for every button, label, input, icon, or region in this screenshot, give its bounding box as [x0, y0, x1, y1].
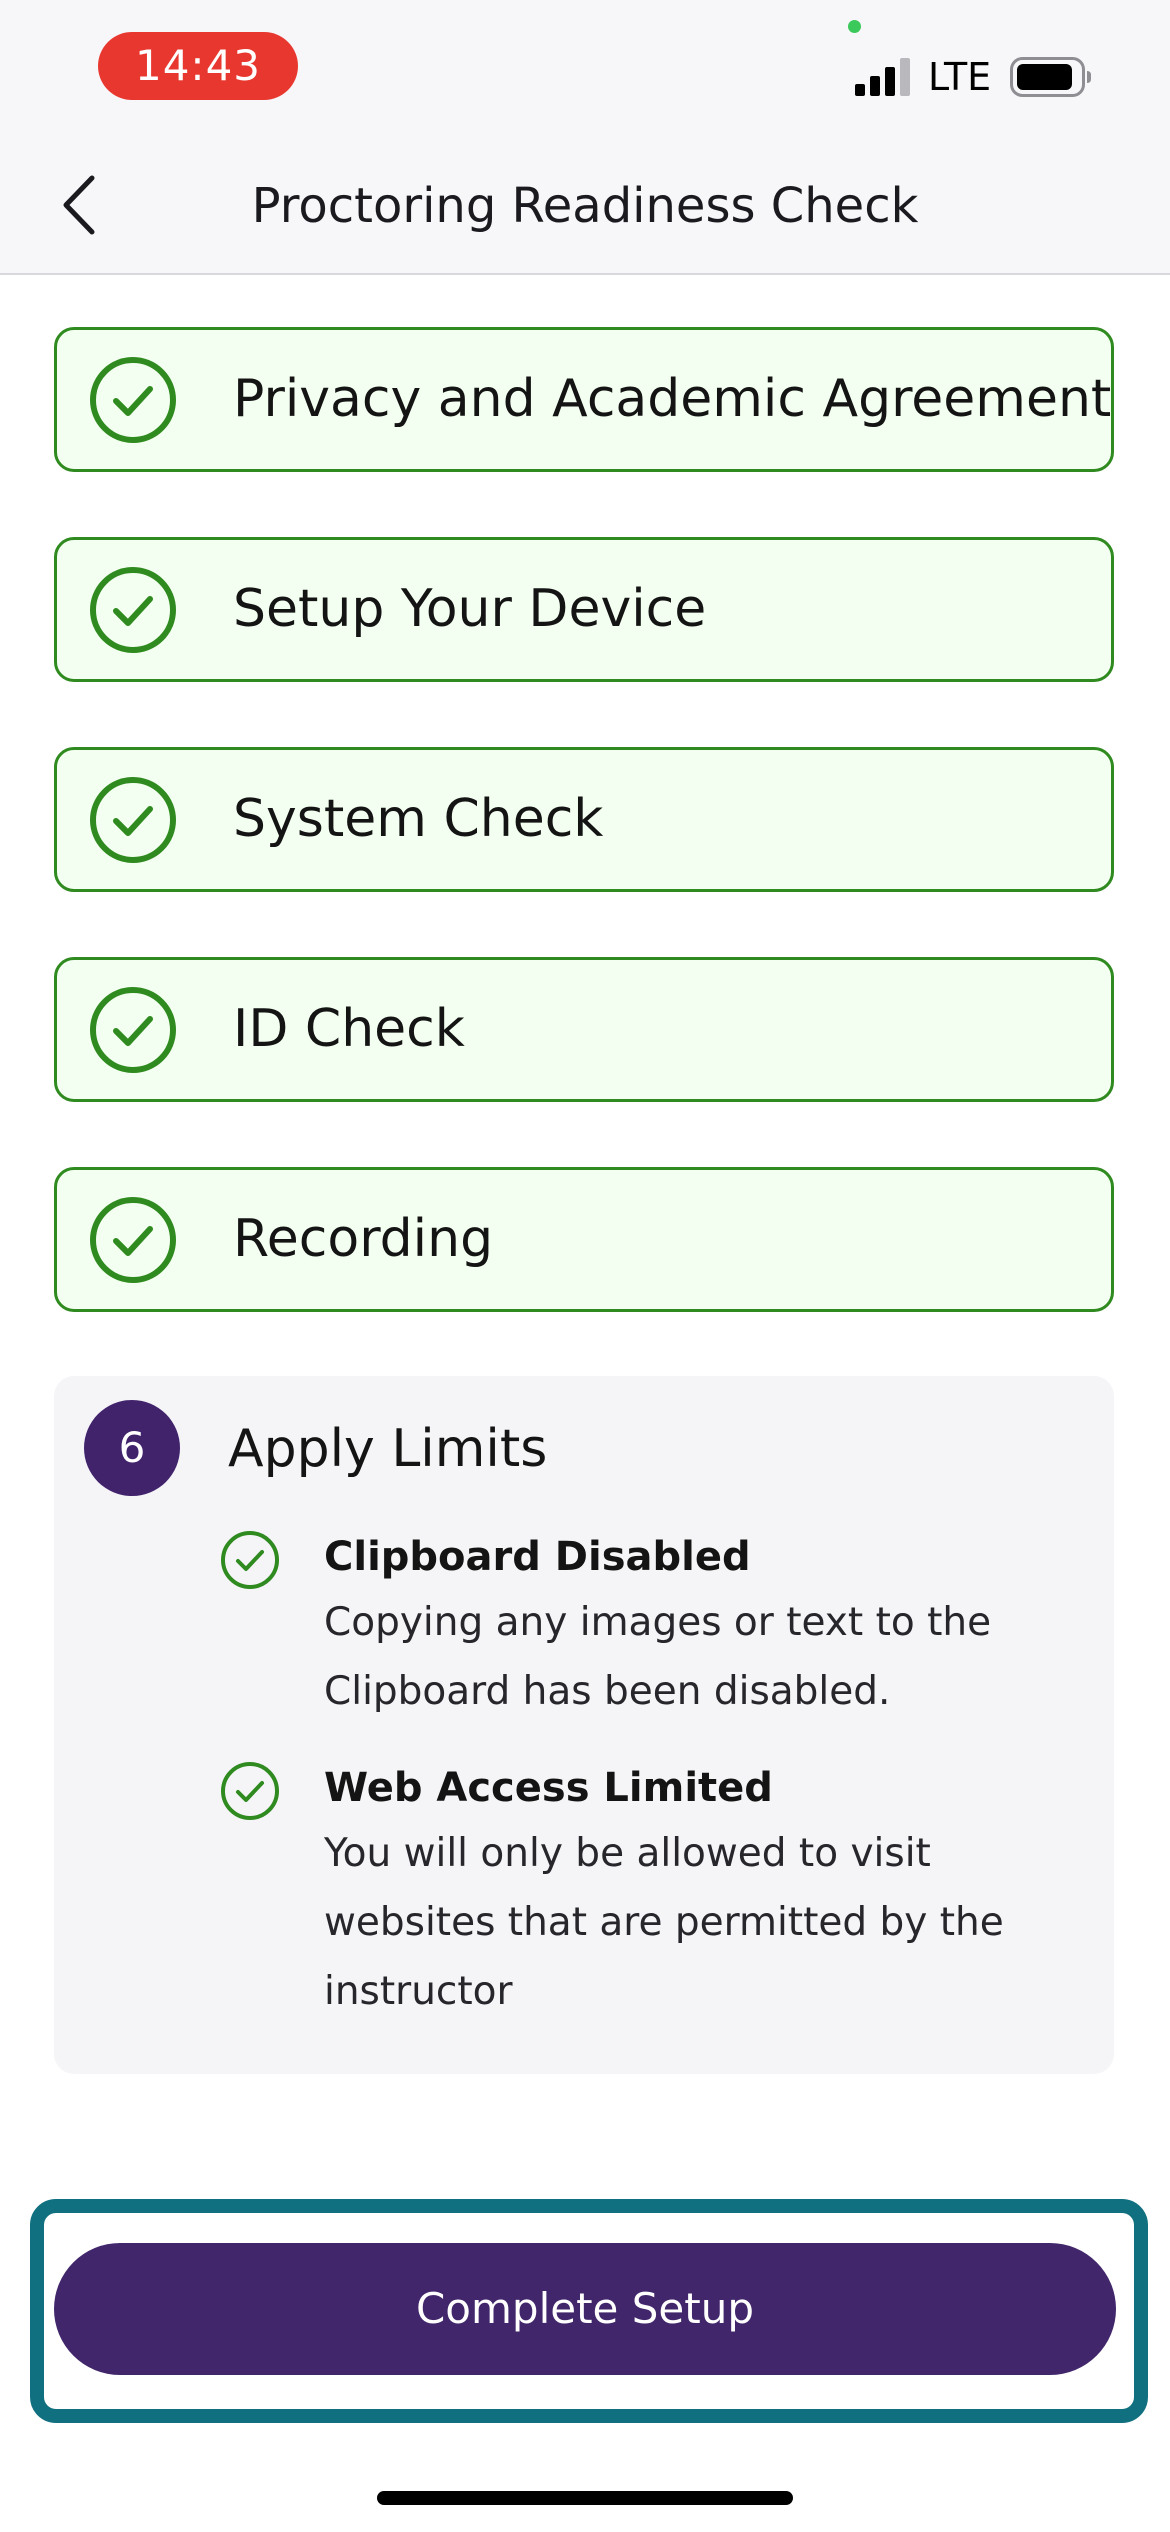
step-number-badge: 6 — [84, 1400, 180, 1496]
limit-clipboard-disabled: Clipboard Disabled Copying any images or… — [220, 1522, 1080, 1722]
camera-in-use-indicator — [848, 20, 861, 33]
step-label: Privacy and Academic Agreement — [233, 369, 1112, 429]
limit-title: Clipboard Disabled — [324, 1534, 751, 1580]
check-circle-icon — [90, 357, 176, 443]
home-indicator[interactable] — [377, 2491, 793, 2505]
step-privacy-agreement[interactable]: Privacy and Academic Agreement — [54, 327, 1114, 472]
step-label: ID Check — [233, 999, 465, 1059]
step-label: Setup Your Device — [233, 579, 707, 639]
check-circle-icon — [221, 1762, 279, 1820]
check-circle-icon — [90, 777, 176, 863]
status-time: 14:43 — [98, 32, 298, 100]
cellular-signal-icon — [855, 58, 910, 96]
page-title: Proctoring Readiness Check — [251, 178, 919, 234]
back-button[interactable] — [50, 170, 120, 240]
step-recording[interactable]: Recording — [54, 1167, 1114, 1312]
check-circle-icon — [221, 1531, 279, 1589]
check-circle-icon — [90, 987, 176, 1073]
apply-limits-title: Apply Limits — [228, 1419, 548, 1479]
step-setup-device[interactable]: Setup Your Device — [54, 537, 1114, 682]
step-label: System Check — [233, 789, 604, 849]
app-header: Proctoring Readiness Check — [0, 140, 1170, 275]
check-circle-icon — [90, 567, 176, 653]
status-bar: 14:43 LTE — [0, 0, 1170, 140]
limit-description: Copying any images or text to the Clipbo… — [324, 1600, 992, 1714]
limit-title: Web Access Limited — [324, 1765, 773, 1811]
limit-web-access-limited: Web Access Limited You will only be allo… — [220, 1753, 1080, 2033]
step-system-check[interactable]: System Check — [54, 747, 1114, 892]
step-label: Recording — [233, 1209, 494, 1269]
battery-icon — [1010, 57, 1091, 97]
limit-description: You will only be allowed to visit websit… — [324, 1831, 1004, 2014]
check-circle-icon — [90, 1197, 176, 1283]
step-id-check[interactable]: ID Check — [54, 957, 1114, 1102]
network-type: LTE — [928, 55, 992, 99]
complete-setup-button[interactable]: Complete Setup — [54, 2243, 1116, 2375]
apply-limits-panel: 6 Apply Limits Clipboard Disabled Copyin… — [54, 1376, 1114, 2074]
chevron-left-icon — [63, 175, 95, 235]
